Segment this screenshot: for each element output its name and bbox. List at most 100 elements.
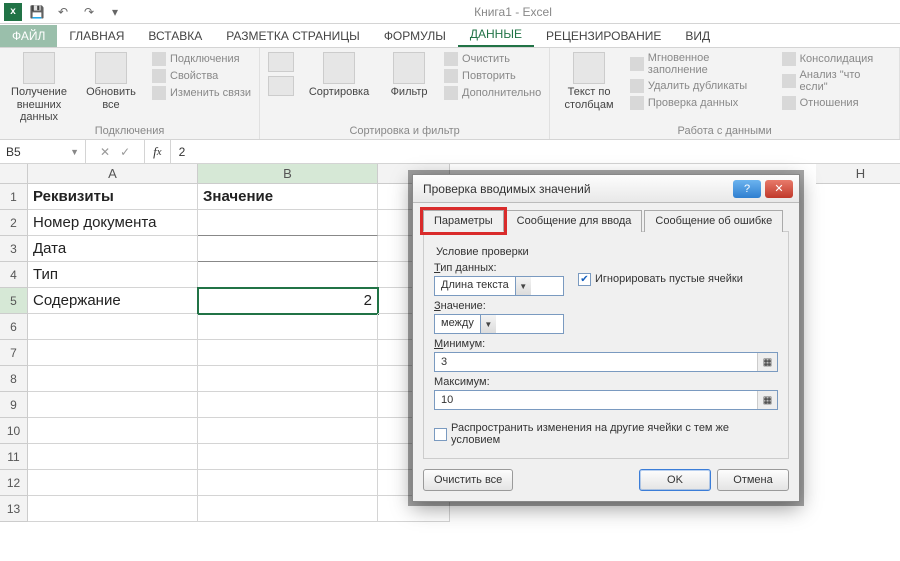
row-header[interactable]: 9 xyxy=(0,392,28,418)
cell-B12[interactable] xyxy=(198,470,378,496)
row-header[interactable]: 1 xyxy=(0,184,28,210)
clear-filter-button[interactable]: Очистить xyxy=(444,52,541,66)
ok-button[interactable]: OK xyxy=(639,469,711,491)
get-external-data-label: Получение внешних данных xyxy=(8,86,70,124)
connections-button[interactable]: Подключения xyxy=(152,52,251,66)
cell-A10[interactable] xyxy=(28,418,198,444)
row-header[interactable]: 3 xyxy=(0,236,28,262)
name-box-dropdown-icon[interactable]: ▼ xyxy=(70,147,79,157)
cancel-button[interactable]: Отмена xyxy=(717,469,789,491)
row-header[interactable]: 4 xyxy=(0,262,28,288)
sort-desc-button[interactable] xyxy=(268,76,294,96)
operator-select[interactable]: между ▼ xyxy=(434,314,564,334)
row-header[interactable]: 5 xyxy=(0,288,28,314)
col-header-B[interactable]: B xyxy=(198,164,378,184)
dialog-close-button[interactable]: ✕ xyxy=(765,180,793,198)
select-all-corner[interactable] xyxy=(0,164,28,184)
tab-insert[interactable]: ВСТАВКА xyxy=(136,25,214,47)
consolidate-label: Консолидация xyxy=(800,53,874,65)
cancel-edit-icon[interactable]: ✕ xyxy=(100,145,110,159)
tab-data[interactable]: ДАННЫЕ xyxy=(458,23,534,47)
row-header[interactable]: 13 xyxy=(0,496,28,522)
row-header[interactable]: 7 xyxy=(0,340,28,366)
propagate-checkbox[interactable]: Распространить изменения на другие ячейк… xyxy=(434,422,751,446)
cell-A1[interactable]: Реквизиты xyxy=(28,184,198,210)
text-to-columns-button[interactable]: Текст по столбцам xyxy=(558,52,620,111)
cell-B11[interactable] xyxy=(198,444,378,470)
redo-icon[interactable]: ↷ xyxy=(78,2,100,22)
clear-all-button[interactable]: Очистить все xyxy=(423,469,513,491)
cell-B9[interactable] xyxy=(198,392,378,418)
cell-A4[interactable]: Тип xyxy=(28,262,198,288)
cell-A6[interactable] xyxy=(28,314,198,340)
tab-home[interactable]: ГЛАВНАЯ xyxy=(57,25,136,47)
qat-dropdown-icon[interactable]: ▾ xyxy=(104,2,126,22)
whatif-button[interactable]: Анализ "что если" xyxy=(782,69,891,93)
cell-A5[interactable]: Содержание xyxy=(28,288,198,314)
cell-B10[interactable] xyxy=(198,418,378,444)
col-header-H[interactable]: H xyxy=(816,164,900,184)
cell-A12[interactable] xyxy=(28,470,198,496)
cell-A9[interactable] xyxy=(28,392,198,418)
cell-A8[interactable] xyxy=(28,366,198,392)
remove-duplicates-button[interactable]: Удалить дубликаты xyxy=(630,79,772,93)
relationships-button[interactable]: Отношения xyxy=(782,96,891,110)
edit-links-button[interactable]: Изменить связи xyxy=(152,86,251,100)
formula-input[interactable]: 2 xyxy=(171,140,900,163)
cell-B7[interactable] xyxy=(198,340,378,366)
flash-fill-button[interactable]: Мгновенное заполнение xyxy=(630,52,772,76)
max-input[interactable]: 10 ▦ xyxy=(434,390,778,410)
row-header[interactable]: 11 xyxy=(0,444,28,470)
properties-button[interactable]: Свойства xyxy=(152,69,251,83)
cell-B6[interactable] xyxy=(198,314,378,340)
save-icon[interactable]: 💾 xyxy=(26,2,48,22)
cell-A7[interactable] xyxy=(28,340,198,366)
row-header[interactable]: 10 xyxy=(0,418,28,444)
range-picker-icon[interactable]: ▦ xyxy=(757,391,777,409)
cell-B8[interactable] xyxy=(198,366,378,392)
ignore-blank-checkbox[interactable]: ✔ Игнорировать пустые ячейки xyxy=(578,273,743,286)
sort-asc-button[interactable] xyxy=(268,52,294,72)
cell-B4[interactable] xyxy=(198,262,378,288)
tab-error-alert[interactable]: Сообщение об ошибке xyxy=(644,210,783,232)
cell-A11[interactable] xyxy=(28,444,198,470)
type-select[interactable]: Длина текста ▼ xyxy=(434,276,564,296)
cell-B1[interactable]: Значение xyxy=(198,184,378,210)
cell-B13[interactable] xyxy=(198,496,378,522)
tab-page-layout[interactable]: РАЗМЕТКА СТРАНИЦЫ xyxy=(214,25,372,47)
advanced-filter-button[interactable]: Дополнительно xyxy=(444,86,541,100)
row-header[interactable]: 8 xyxy=(0,366,28,392)
tab-file[interactable]: ФАЙЛ xyxy=(0,25,57,47)
cell-A3[interactable]: Дата xyxy=(28,236,198,262)
data-validation-button[interactable]: Проверка данных xyxy=(630,96,772,110)
confirm-edit-icon[interactable]: ✓ xyxy=(120,145,130,159)
get-external-data-button[interactable]: Получение внешних данных xyxy=(8,52,70,124)
consolidate-button[interactable]: Консолидация xyxy=(782,52,891,66)
dialog-titlebar[interactable]: Проверка вводимых значений ? ✕ xyxy=(413,175,799,203)
range-picker-icon[interactable]: ▦ xyxy=(757,353,777,371)
row-header[interactable]: 12 xyxy=(0,470,28,496)
tab-input-message[interactable]: Сообщение для ввода xyxy=(506,210,643,232)
fx-icon[interactable]: fx xyxy=(145,140,170,163)
refresh-all-button[interactable]: Обновить все xyxy=(80,52,142,111)
row-header[interactable]: 2 xyxy=(0,210,28,236)
filter-button[interactable]: Фильтр xyxy=(384,52,434,99)
cell-B2[interactable] xyxy=(198,210,378,236)
min-input[interactable]: 3 ▦ xyxy=(434,352,778,372)
dialog-help-button[interactable]: ? xyxy=(733,180,761,198)
ribbon: Получение внешних данных Обновить все По… xyxy=(0,48,900,140)
tab-parameters[interactable]: Параметры xyxy=(423,210,504,232)
cell-B3[interactable] xyxy=(198,236,378,262)
reapply-button[interactable]: Повторить xyxy=(444,69,541,83)
cell-A2[interactable]: Номер документа xyxy=(28,210,198,236)
tab-view[interactable]: ВИД xyxy=(673,25,722,47)
cell-B5[interactable]: 2 xyxy=(198,288,378,314)
col-header-A[interactable]: A xyxy=(28,164,198,184)
name-box[interactable]: B5 ▼ xyxy=(0,140,86,163)
undo-icon[interactable]: ↶ xyxy=(52,2,74,22)
cell-A13[interactable] xyxy=(28,496,198,522)
tab-formulas[interactable]: ФОРМУЛЫ xyxy=(372,25,458,47)
row-header[interactable]: 6 xyxy=(0,314,28,340)
tab-review[interactable]: РЕЦЕНЗИРОВАНИЕ xyxy=(534,25,673,47)
sort-button[interactable]: Сортировка xyxy=(304,52,374,99)
